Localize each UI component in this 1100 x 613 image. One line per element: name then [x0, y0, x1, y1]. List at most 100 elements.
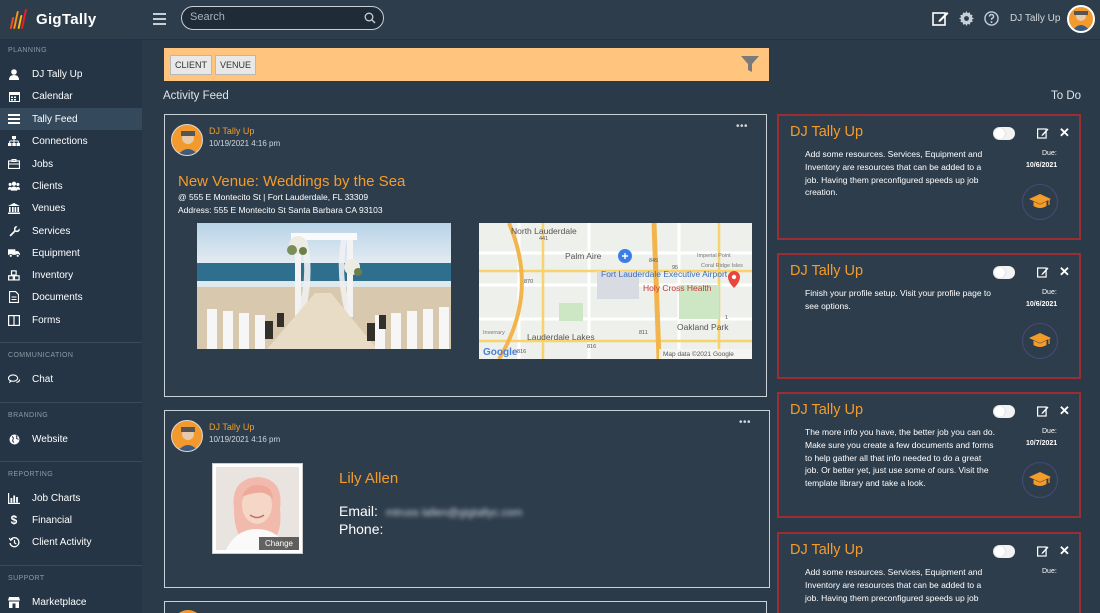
header-user-name[interactable]: DJ Tally Up	[1010, 13, 1060, 24]
post-avatar[interactable]	[171, 420, 203, 452]
change-photo-button[interactable]: Change	[258, 537, 299, 550]
post-timestamp: 10/19/2021 4:16 pm	[209, 435, 281, 444]
close-icon[interactable]: ✕	[1059, 264, 1070, 280]
briefcase-icon	[8, 158, 20, 170]
todo-title[interactable]: DJ Tally Up	[790, 402, 863, 418]
todo-text: Add some resources. Services, Equipment …	[805, 567, 983, 603]
sidebar-section-support: SUPPORT	[8, 575, 45, 582]
close-icon[interactable]: ✕	[1059, 125, 1070, 141]
venue-photo[interactable]	[197, 223, 451, 349]
post-menu-icon[interactable]: •••	[736, 121, 748, 132]
contact-photo[interactable]: Change	[212, 463, 303, 554]
due-label: Due:	[1042, 289, 1057, 296]
edit-icon[interactable]	[1037, 405, 1049, 417]
sidebar-item-label: Marketplace	[32, 596, 87, 608]
sidebar-item-venues[interactable]: Venues	[0, 197, 142, 219]
todo-title[interactable]: DJ Tally Up	[790, 542, 863, 558]
sidebar-item-job-charts[interactable]: Job Charts	[0, 487, 142, 509]
sidebar-item-tally-feed[interactable]: Tally Feed	[0, 108, 142, 130]
search-input[interactable]	[190, 11, 360, 23]
feed-post	[164, 601, 767, 613]
road-shield: 816	[517, 349, 526, 355]
help-icon[interactable]	[984, 11, 999, 26]
sidebar-item-inventory[interactable]: Inventory	[0, 264, 142, 286]
graduation-cap-button[interactable]	[1022, 184, 1058, 220]
todo-complete-toggle[interactable]	[993, 545, 1015, 558]
sidebar-item-website[interactable]: Website	[0, 428, 142, 450]
post-author[interactable]: DJ Tally Up	[209, 126, 254, 136]
close-icon[interactable]: ✕	[1059, 403, 1070, 419]
todo-card: DJ Tally Up ✕ The more info you have, th…	[777, 392, 1081, 518]
sidebar-item-services[interactable]: Services	[0, 220, 142, 242]
filter-icon[interactable]	[741, 55, 759, 73]
sidebar-section-planning: PLANNING	[8, 47, 47, 54]
gear-icon[interactable]	[959, 11, 974, 26]
venue-map[interactable]: North Lauderdale Palm Aire Fort Lauderda…	[479, 223, 752, 359]
due-label: Due:	[1042, 428, 1057, 435]
sidebar-divider	[0, 461, 142, 462]
filter-bar: CLIENT VENUE	[164, 48, 769, 81]
dollar-icon: $	[10, 513, 18, 527]
todo-title[interactable]: DJ Tally Up	[790, 124, 863, 140]
app-logo[interactable]: GigTally	[9, 9, 97, 29]
sitemap-icon	[8, 135, 20, 147]
sidebar-item-client-activity[interactable]: Client Activity	[0, 531, 142, 553]
sidebar-item-jobs[interactable]: Jobs	[0, 153, 142, 175]
post-avatar[interactable]	[171, 124, 203, 156]
sidebar-divider	[0, 565, 142, 566]
sidebar-item-chat[interactable]: Chat	[0, 368, 142, 390]
todo-text: Finish your profile setup. Visit your pr…	[805, 288, 991, 311]
search-icon[interactable]	[364, 12, 376, 24]
map-label: Holy Cross Health	[643, 283, 712, 293]
sidebar-item-label: Website	[32, 433, 68, 445]
top-bar: GigTally DJ Tally Up	[0, 0, 1100, 40]
shop-icon	[8, 596, 20, 608]
graduation-cap-button[interactable]	[1022, 323, 1058, 359]
contact-email-row: Email: mtruss lallen@gigtallyc.com	[339, 503, 522, 519]
edit-icon[interactable]	[1037, 266, 1049, 278]
edit-icon[interactable]	[932, 10, 949, 27]
sidebar-item-clients[interactable]: Clients	[0, 175, 142, 197]
sidebar-item-calendar[interactable]: Calendar	[0, 85, 142, 107]
filter-chip-client[interactable]: CLIENT	[170, 55, 213, 75]
contact-name[interactable]: Lily Allen	[339, 470, 398, 487]
phone-label: Phone:	[339, 521, 384, 537]
todo-complete-toggle[interactable]	[993, 266, 1015, 279]
sidebar-item-label: Tally Feed	[32, 113, 78, 125]
sidebar-item-forms[interactable]: Forms	[0, 309, 142, 331]
todo-title[interactable]: DJ Tally Up	[790, 263, 863, 279]
hamburger-menu-icon[interactable]	[153, 13, 166, 25]
graduation-cap-button[interactable]	[1022, 462, 1058, 498]
logo-mark-icon	[9, 9, 28, 29]
filter-chip-venue[interactable]: VENUE	[215, 55, 257, 75]
email-value[interactable]: mtruss lallen@gigtallyc.com	[386, 507, 523, 519]
todo-complete-toggle[interactable]	[993, 127, 1015, 140]
app-name: GigTally	[36, 10, 97, 28]
sidebar-item-marketplace[interactable]: Marketplace	[0, 591, 142, 613]
edit-icon[interactable]	[1037, 545, 1049, 557]
sidebar-item-dj-tally-up[interactable]: DJ Tally Up	[0, 63, 142, 85]
venue-title[interactable]: New Venue: Weddings by the Sea	[178, 173, 405, 190]
sidebar-item-connections[interactable]: Connections	[0, 130, 142, 152]
edit-icon[interactable]	[1037, 127, 1049, 139]
history-icon	[8, 536, 20, 548]
sidebar-item-label: Venues	[32, 202, 66, 214]
user-avatar[interactable]	[1067, 5, 1095, 33]
todo-complete-toggle[interactable]	[993, 405, 1015, 418]
post-menu-icon[interactable]: •••	[739, 417, 751, 428]
wrench-icon	[8, 225, 20, 237]
columns-icon	[8, 314, 20, 326]
sidebar-item-documents[interactable]: Documents	[0, 286, 142, 308]
sidebar-item-label: Financial	[32, 514, 73, 526]
globe-icon	[8, 433, 20, 445]
close-icon[interactable]: ✕	[1059, 543, 1070, 559]
sidebar-item-label: Forms	[32, 314, 61, 326]
graduation-cap-icon	[1029, 472, 1051, 486]
sidebar-item-financial[interactable]: $ Financial	[0, 509, 142, 531]
post-author[interactable]: DJ Tally Up	[209, 422, 254, 432]
sidebar-item-label: Inventory	[32, 269, 74, 281]
due-date: 10/6/2021	[1026, 301, 1058, 308]
sidebar-item-equipment[interactable]: Equipment	[0, 242, 142, 264]
search-box	[181, 6, 384, 30]
map-label: Lauderdale Lakes	[527, 332, 595, 342]
